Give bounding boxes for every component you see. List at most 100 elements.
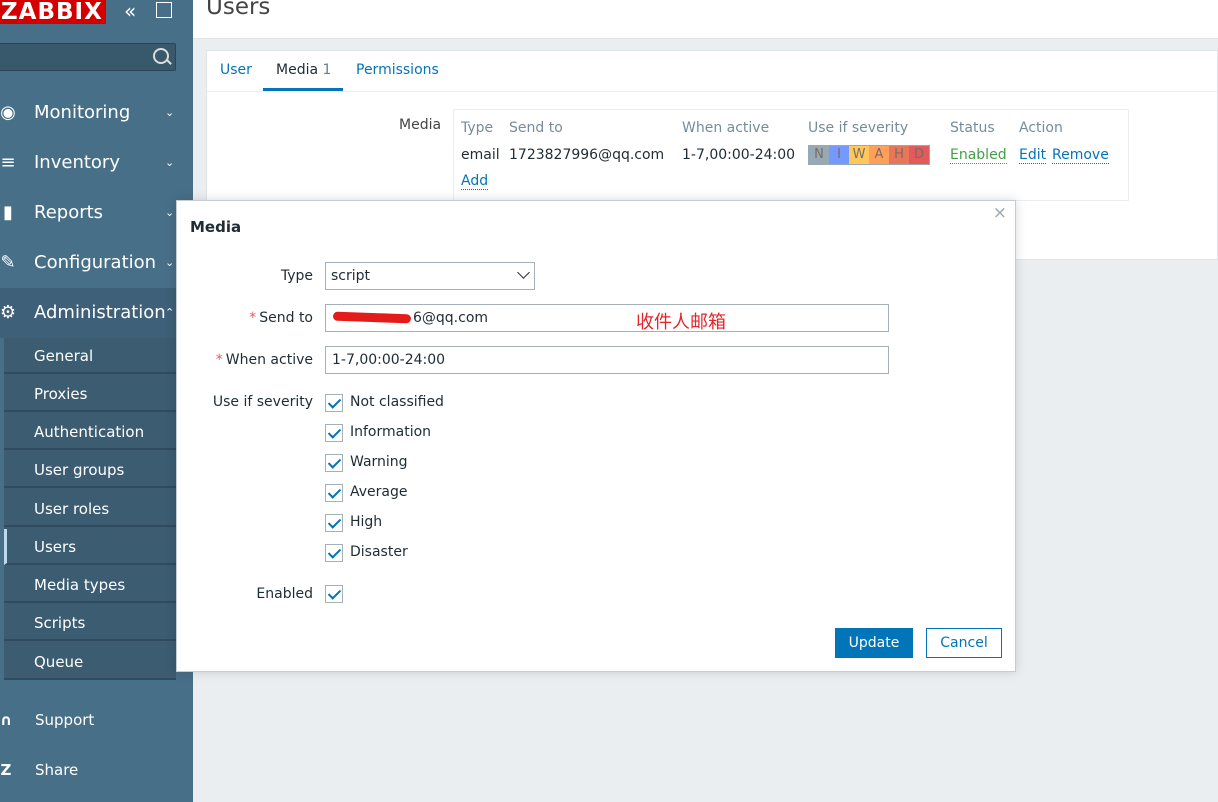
chevron-down-icon: ⌄ [165,256,175,269]
send-to-value: 6@qq.com [413,310,489,326]
support-label: Support [35,711,95,729]
send-to-label: * Send to [249,310,313,326]
checkbox-label: Not classified [350,394,444,410]
search-icon[interactable] [153,48,169,64]
add-media-link[interactable]: Add [461,173,489,190]
severity-warning: W [849,146,869,164]
severity-label: Use if severity [212,394,313,410]
eye-icon: ◉ [0,102,16,123]
tabs: User Media 1 Permissions [207,51,1217,92]
administration-submenu: General Proxies Authentication User grou… [4,338,176,680]
menu-reports[interactable]: ▮ Reports ⌄ [0,188,193,238]
media-send-to-cell: 1723827996@qq.com [509,147,665,163]
menu-label: Administration [34,302,166,323]
submenu-proxies[interactable]: Proxies [4,376,176,412]
tab-permissions[interactable]: Permissions [356,62,439,78]
sidebar: ZABBIX « ◉ Monitoring ⌄ ≡ Inventory ⌄ ▮ … [0,0,193,802]
annotation-text: 收件人邮箱 [636,312,726,333]
close-icon[interactable]: × [993,203,1007,223]
warning-checkbox[interactable] [325,454,343,472]
status-enabled-link[interactable]: Enabled [950,147,1007,164]
severity-indicator: N I W A H D [808,145,930,165]
checkbox-label: High [350,514,383,530]
submenu-user-roles[interactable]: User roles [4,491,176,527]
media-type-cell: email [461,147,500,163]
not-classified-checkbox[interactable] [325,394,343,412]
severity-high: H [889,146,909,164]
column-header: Use if severity [808,120,909,136]
checkbox-label: Average [350,484,408,500]
tab-media-label: Media [276,62,319,78]
high-checkbox[interactable] [325,514,343,532]
dialog-title: Media [190,218,242,236]
search-input[interactable] [0,43,176,71]
submenu-users[interactable]: Users [4,529,176,565]
submenu-authentication[interactable]: Authentication [4,414,176,450]
chevron-down-icon: ⌄ [165,106,175,119]
menu-configuration[interactable]: ✎ Configuration ⌄ [0,238,193,288]
redaction-mark [332,311,412,324]
average-checkbox[interactable] [325,484,343,502]
submenu-general[interactable]: General [4,338,176,374]
menu-label: Configuration [34,252,157,273]
submenu-label: Users [34,538,77,556]
chevron-down-icon: ⌄ [165,156,175,169]
enabled-label: Enabled [256,586,313,602]
tab-media[interactable]: Media 1 [263,62,344,91]
when-active-input[interactable]: 1-7,00:00-24:00 [325,346,889,374]
kiosk-mode-icon[interactable] [156,2,172,18]
wrench-icon: ✎ [0,252,16,273]
menu-inventory[interactable]: ≡ Inventory ⌄ [0,138,193,188]
chevron-down-icon [517,266,530,279]
submenu-media-types[interactable]: Media types [4,567,176,603]
submenu-label: General [34,347,94,365]
column-header: Status [950,120,995,136]
type-select[interactable]: script [325,262,535,290]
cancel-button[interactable]: Cancel [926,628,1002,658]
edit-link[interactable]: Edit [1019,147,1047,164]
submenu-label: Authentication [34,423,145,441]
support-link[interactable]: ∩ Support [0,700,193,740]
menu-monitoring[interactable]: ◉ Monitoring ⌄ [0,88,193,138]
share-link[interactable]: Z Share [0,750,193,790]
enabled-checkbox[interactable] [325,585,343,603]
list-icon: ≡ [0,152,16,173]
type-select-value: script [331,268,371,284]
checkbox-label: Disaster [350,544,408,560]
share-label: Share [35,761,79,779]
submenu-user-groups[interactable]: User groups [4,452,176,488]
when-active-value: 1-7,00:00-24:00 [332,352,446,368]
page-title: Users [206,0,271,20]
column-header: Send to [509,120,563,136]
menu-label: Reports [34,202,104,223]
submenu-label: Queue [34,653,84,671]
when-active-label-text: When active [225,352,313,368]
menu-label: Inventory [34,152,120,173]
bar-chart-icon: ▮ [3,202,13,223]
column-header: Action [1019,120,1063,136]
send-to-label-text: Send to [259,310,313,326]
submenu-label: User groups [34,461,125,479]
submenu-label: Scripts [34,614,86,632]
disaster-checkbox[interactable] [325,544,343,562]
severity-not-classified: N [809,146,829,164]
severity-average: A [869,146,889,164]
submenu-scripts[interactable]: Scripts [4,605,176,641]
chevron-up-icon: ⌃ [165,306,175,319]
menu-administration[interactable]: ⚙ Administration ⌃ [0,288,193,338]
information-checkbox[interactable] [325,424,343,442]
send-to-input[interactable]: 6@qq.com [325,304,889,332]
tab-user[interactable]: User [220,62,252,78]
zabbix-logo[interactable]: ZABBIX [0,0,106,24]
remove-link[interactable]: Remove [1052,147,1109,164]
gear-icon: ⚙ [0,302,17,323]
update-button[interactable]: Update [835,628,913,658]
collapse-sidebar-icon[interactable]: « [124,1,136,21]
severity-information: I [829,146,849,164]
submenu-queue[interactable]: Queue [4,644,176,680]
required-marker: * [215,352,223,368]
submenu-label: Proxies [34,385,88,403]
column-header: Type [461,120,494,136]
share-icon: Z [0,761,12,779]
tab-media-count: 1 [322,62,332,78]
